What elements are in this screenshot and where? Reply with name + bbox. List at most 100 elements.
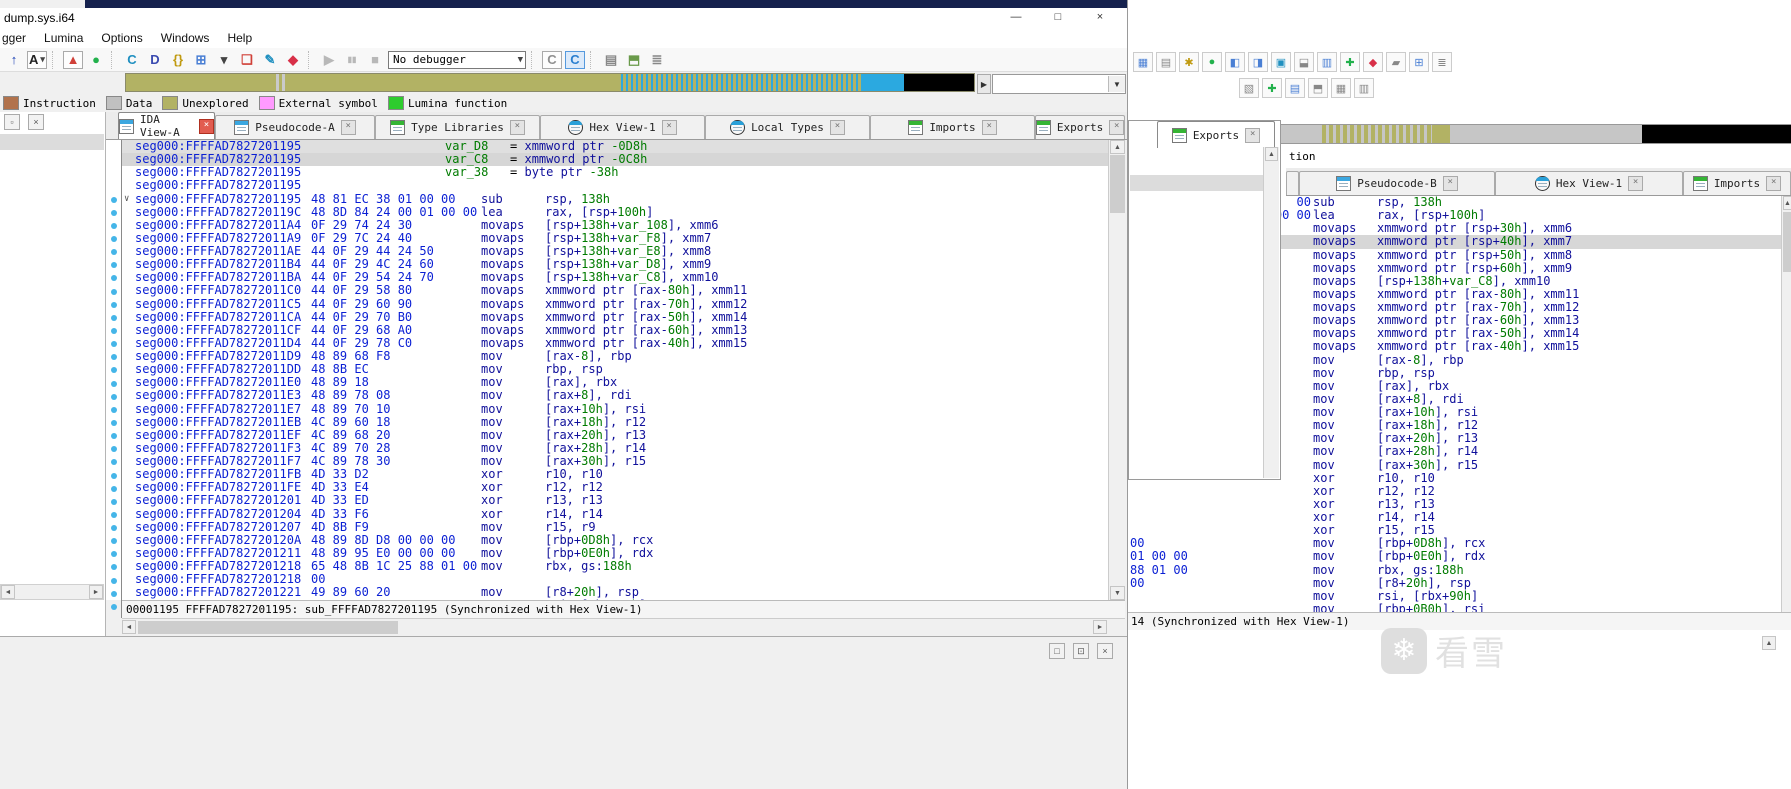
toolbar-icon[interactable]: ▥ [1317, 52, 1337, 72]
close-icon[interactable]: × [1628, 176, 1643, 191]
menu-item-lumina[interactable]: Lumina [44, 31, 83, 45]
toolbar-icon[interactable]: ✱ [1179, 52, 1199, 72]
stop-sign-icon[interactable]: ◆ [283, 50, 303, 70]
toolbar-icon[interactable]: ▣ [1271, 52, 1291, 72]
create-function-icon[interactable]: C [122, 50, 142, 70]
start-process-icon[interactable]: ▶ [319, 50, 339, 70]
tab-local-types[interactable]: Local Types× [705, 115, 870, 139]
toolbar-icon[interactable]: ⬓ [1294, 52, 1314, 72]
breakpoint-list-icon[interactable]: ▤ [601, 50, 621, 70]
navband-combobox[interactable]: ▼ [992, 74, 1126, 94]
listing-row[interactable]: seg000:FFFFAD78272012014D 33 EDxorr13, r… [122, 494, 1108, 507]
tab-pseudocode-a[interactable]: Pseudocode-A× [215, 115, 375, 139]
debugger-select[interactable]: No debugger▼ [388, 51, 526, 69]
panel-float-icon[interactable]: ⊡ [1073, 643, 1089, 659]
close-icon[interactable]: × [341, 120, 356, 135]
trace-window-icon[interactable]: ≣ [647, 50, 667, 70]
edit-pencil-icon[interactable]: ✎ [260, 50, 280, 70]
close-icon[interactable]: × [662, 120, 677, 135]
vscroll-thumb[interactable] [1110, 155, 1125, 213]
toolbar-icon[interactable]: ▤ [1156, 52, 1176, 72]
toolbar-icon[interactable]: ◨ [1248, 52, 1268, 72]
text-options-icon[interactable]: A▾ [27, 51, 47, 69]
menu-item-options[interactable]: Options [101, 31, 142, 45]
windows-grid-icon[interactable]: ⊞ [191, 50, 211, 70]
menu-item-windows[interactable]: Windows [161, 31, 210, 45]
partial-tab[interactable] [1286, 171, 1299, 195]
exports-selected-row[interactable] [1130, 175, 1264, 191]
close-icon[interactable]: × [1766, 176, 1781, 191]
pause-process-icon[interactable]: ▮▮ [342, 50, 362, 70]
toolbar-icon[interactable]: ▰ [1386, 52, 1406, 72]
toolbar-icon[interactable]: ◆ [1363, 52, 1383, 72]
toolbar-icon[interactable]: ▦ [1133, 52, 1153, 72]
scroll-up-icon[interactable]: ▲ [1762, 636, 1776, 650]
close-icon[interactable]: × [830, 120, 845, 135]
listing-row[interactable]: xorr12, r12 [1128, 485, 1781, 498]
panel-close-icon[interactable]: × [28, 114, 44, 130]
listing-row[interactable]: mov[rbp+0B0h], rsi [1128, 603, 1781, 612]
scroll-up-icon[interactable]: ▲ [1110, 140, 1125, 154]
vscroll-thumb[interactable] [1783, 212, 1791, 272]
tab-imports[interactable]: Imports× [870, 115, 1035, 139]
scroll-left-icon[interactable]: ◄ [1, 585, 15, 599]
navigation-band[interactable] [125, 73, 975, 92]
function-tail-icon[interactable]: D [145, 50, 165, 70]
stop-process-icon[interactable]: ■ [365, 50, 385, 70]
close-icon[interactable]: × [1443, 176, 1458, 191]
chunks-icon[interactable]: {} [168, 50, 188, 70]
tab-type-libraries[interactable]: Type Libraries× [375, 115, 540, 139]
close-icon[interactable]: × [982, 120, 997, 135]
right-listing-vscrollbar[interactable]: ▲ [1781, 196, 1791, 612]
maximize-button[interactable]: □ [1043, 8, 1073, 26]
panel-hscrollbar[interactable]: ◄ ► [0, 584, 104, 600]
panel-dock-icon[interactable]: ▫ [4, 114, 20, 130]
menu-item-help[interactable]: Help [227, 31, 252, 45]
navband-right-arrow[interactable]: ▶ [977, 74, 991, 94]
listing-row[interactable]: seg000:FFFFAD78272012044D 33 F6xorr14, r… [122, 508, 1108, 521]
listing-row[interactable]: xorr13, r13 [1128, 498, 1781, 511]
attach-icon[interactable]: C [565, 51, 585, 69]
tab-exports[interactable]: Exports× [1035, 115, 1125, 139]
panel-close-icon[interactable]: × [1097, 643, 1113, 659]
scroll-left-icon[interactable]: ◄ [122, 620, 136, 634]
listing-vscrollbar[interactable]: ▲ ▼ [1108, 140, 1125, 600]
close-button[interactable]: × [1085, 8, 1115, 26]
selection-icon[interactable]: ❏ [237, 50, 257, 70]
listing-hscrollbar[interactable]: ◄ ► [122, 618, 1125, 636]
listing-row[interactable]: xorr14, r14 [1128, 511, 1781, 524]
nav-marker-icon[interactable]: ▲ [63, 51, 83, 69]
toolbar-icon[interactable]: ✚ [1262, 78, 1282, 98]
panel-restore-icon[interactable]: □ [1049, 643, 1065, 659]
toolbar-icon[interactable]: ▦ [1331, 78, 1351, 98]
hscroll-thumb[interactable] [138, 621, 398, 634]
toolbar-icon[interactable]: ≣ [1432, 52, 1452, 72]
toolbar-icon[interactable]: ⬒ [1308, 78, 1328, 98]
listing-row[interactable]: seg000:FFFFAD7827201195 [122, 179, 1108, 192]
tab-hex-view-1[interactable]: Hex View-1× [1495, 171, 1683, 195]
toolbar-icon[interactable]: ▥ [1354, 78, 1374, 98]
watch-list-icon[interactable]: ⬒ [624, 50, 644, 70]
jump-up-icon[interactable]: ↑ [4, 50, 24, 70]
scroll-down-icon[interactable]: ▼ [1110, 586, 1125, 600]
scroll-up-icon[interactable]: ▲ [1783, 196, 1791, 210]
tab-hex-view-1[interactable]: Hex View-1× [540, 115, 705, 139]
panel-selected-row[interactable] [0, 134, 104, 150]
close-icon[interactable]: × [1109, 120, 1124, 135]
dropdown-caret-icon[interactable]: ▾ [214, 50, 234, 70]
scroll-right-icon[interactable]: ► [89, 585, 103, 599]
run-cursor-icon[interactable]: C [542, 51, 562, 69]
toolbar-icon[interactable]: ● [1202, 52, 1222, 72]
tab-ida-view-a[interactable]: IDA View-A× [118, 112, 215, 139]
scroll-up-icon[interactable]: ▲ [1265, 147, 1278, 161]
exports-vscrollbar[interactable]: ▲ [1263, 147, 1279, 478]
minimize-button[interactable]: — [1001, 8, 1031, 26]
toolbar-icon[interactable]: ✚ [1340, 52, 1360, 72]
menu-item-gger[interactable]: gger [2, 31, 26, 45]
toolbar-icon[interactable]: ◧ [1225, 52, 1245, 72]
tab-imports[interactable]: Imports× [1683, 171, 1791, 195]
tab-pseudocode-b[interactable]: Pseudocode-B× [1299, 171, 1495, 195]
disassembly-listing[interactable]: seg000:FFFFAD7827201195var_D8 = xmmword … [122, 140, 1108, 600]
close-icon[interactable]: × [1245, 128, 1260, 143]
lumina-icon[interactable]: ● [86, 50, 106, 70]
